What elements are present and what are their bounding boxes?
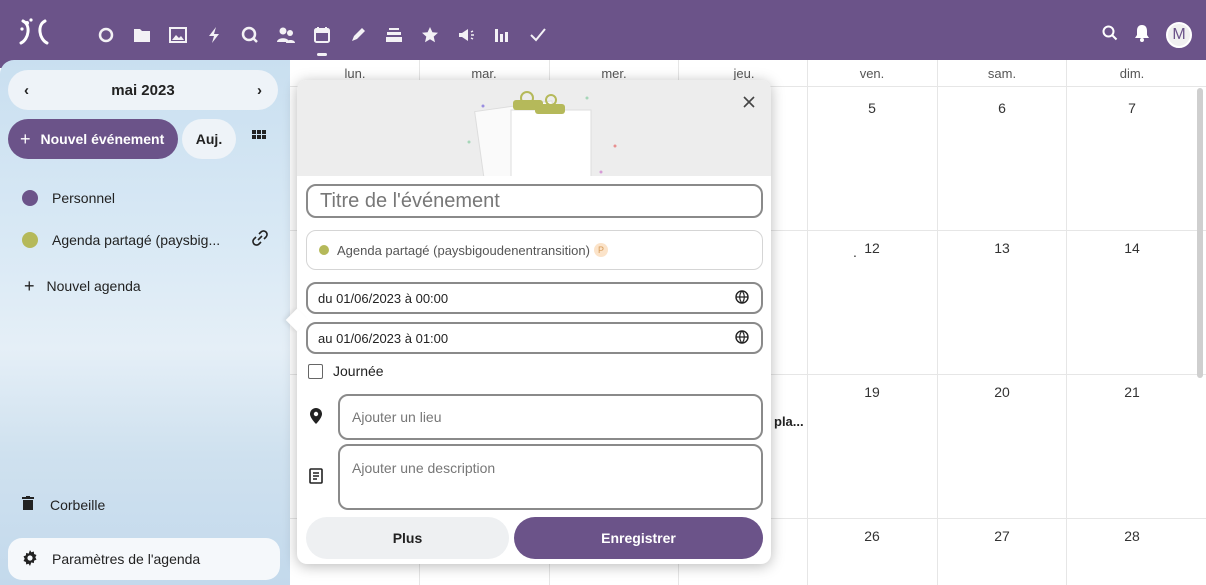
day-number[interactable]: 26 xyxy=(807,528,937,544)
globe-icon[interactable] xyxy=(735,289,749,307)
day-number[interactable]: 5 xyxy=(807,100,937,116)
grid-line xyxy=(807,60,808,585)
all-day-checkbox[interactable] xyxy=(308,363,323,379)
plus-icon: + xyxy=(24,275,35,296)
close-icon[interactable] xyxy=(739,92,759,112)
event-title-input[interactable]: Titre de l'événement xyxy=(306,184,763,218)
contacts-icon[interactable] xyxy=(268,22,304,48)
scrollbar[interactable] xyxy=(1197,88,1203,378)
logo-icon[interactable] xyxy=(16,14,52,50)
trash-icon xyxy=(22,496,34,513)
star-icon[interactable] xyxy=(412,22,448,48)
previous-month-icon[interactable]: ‹ xyxy=(24,82,29,99)
calendar-color-dot xyxy=(319,245,329,255)
save-button[interactable]: Enregistrer xyxy=(514,517,763,559)
event-illustration xyxy=(297,80,771,176)
share-link-icon[interactable] xyxy=(252,230,268,251)
plus-icon: + xyxy=(20,128,31,149)
day-number[interactable]: 19 xyxy=(807,384,937,400)
new-calendar-label: Nouvel agenda xyxy=(46,278,141,294)
search-icon[interactable] xyxy=(1102,25,1118,46)
day-number[interactable]: 7 xyxy=(1067,100,1197,116)
stack-icon[interactable] xyxy=(376,22,412,48)
calendar-label: Agenda partagé (paysbig... xyxy=(52,232,221,248)
circle-app-icon[interactable] xyxy=(88,22,124,48)
day-number[interactable]: 28 xyxy=(1067,528,1197,544)
location-pin-icon xyxy=(310,408,322,429)
calendar-color-dot[interactable] xyxy=(22,232,38,248)
calendar-label: Personnel xyxy=(52,190,116,206)
description-icon xyxy=(309,468,323,489)
calendar-icon[interactable] xyxy=(304,22,340,56)
gear-icon xyxy=(22,549,38,569)
event-chip[interactable]: pla... xyxy=(774,414,804,429)
selected-calendar-label: Agenda partagé (paysbigoudenentransition… xyxy=(337,242,590,258)
day-number[interactable]: 13 xyxy=(937,240,1067,256)
description-input[interactable]: Ajouter une description xyxy=(338,444,763,510)
dayname-monday: lun. xyxy=(344,66,366,81)
location-placeholder: Ajouter un lieu xyxy=(352,409,442,425)
new-event-popover: Titre de l'événement Agenda partagé (pay… xyxy=(285,80,771,564)
dayname-tuesday: mar. xyxy=(471,66,497,81)
day-number[interactable]: 14 xyxy=(1067,240,1197,256)
month-label[interactable]: mai 2023 xyxy=(111,82,174,99)
avatar[interactable]: M xyxy=(1166,22,1192,48)
next-month-icon[interactable]: › xyxy=(257,82,262,99)
new-event-button[interactable]: + Nouvel événement xyxy=(8,119,178,159)
grid-line xyxy=(937,60,938,585)
megaphone-icon[interactable] xyxy=(448,22,484,48)
dayname-friday: ven. xyxy=(859,66,885,81)
location-input[interactable]: Ajouter un lieu xyxy=(338,394,763,440)
check-icon[interactable] xyxy=(520,22,556,48)
image-icon[interactable] xyxy=(160,22,196,48)
view-grid-icon[interactable] xyxy=(246,124,272,150)
day-number[interactable]: 27 xyxy=(937,528,1067,544)
search-app-icon[interactable] xyxy=(232,22,268,48)
app-navigation xyxy=(88,22,556,56)
dayname-saturday: sam. xyxy=(987,66,1017,81)
new-calendar-button[interactable]: + Nouvel agenda xyxy=(22,274,141,298)
settings-label: Paramètres de l'agenda xyxy=(52,551,201,567)
folder-icon[interactable] xyxy=(124,22,160,48)
globe-icon[interactable] xyxy=(735,329,749,347)
day-number[interactable]: 20 xyxy=(937,384,1067,400)
all-day-label: Journée xyxy=(333,363,384,379)
event-title-placeholder: Titre de l'événement xyxy=(320,189,500,212)
day-number[interactable]: 6 xyxy=(937,100,1067,116)
bell-icon[interactable] xyxy=(1134,24,1150,47)
top-right-actions: M xyxy=(1102,22,1192,48)
day-number[interactable]: 12 xyxy=(807,240,937,256)
more-button[interactable]: Plus xyxy=(306,517,509,559)
day-number[interactable]: 21 xyxy=(1067,384,1197,400)
bolt-icon[interactable] xyxy=(196,22,232,48)
trash-label: Corbeille xyxy=(50,496,106,513)
today-button[interactable]: Auj. xyxy=(182,119,236,159)
calendar-owner-badge: P xyxy=(593,243,608,257)
all-day-toggle[interactable]: Journée xyxy=(308,363,384,379)
sidebar: ‹ mai 2023 › + Nouvel événement Auj. Per… xyxy=(0,60,290,585)
dayname-thursday: jeu. xyxy=(733,66,755,81)
description-placeholder: Ajouter une description xyxy=(352,460,496,476)
end-date-field[interactable]: au 01/06/2023 à 01:00 xyxy=(306,322,763,354)
dayname-wednesday: mer. xyxy=(601,66,627,81)
top-bar: M xyxy=(0,0,1206,68)
start-date-field[interactable]: du 01/06/2023 à 00:00 xyxy=(306,282,763,314)
calendar-item-personnel[interactable]: Personnel xyxy=(22,186,115,210)
dayname-sunday: dim. xyxy=(1119,66,1145,81)
calendar-item-agenda-partage[interactable]: Agenda partagé (paysbig... xyxy=(22,228,220,252)
chart-icon[interactable] xyxy=(484,22,520,48)
calendar-settings-button[interactable]: Paramètres de l'agenda xyxy=(8,538,280,580)
new-event-label: Nouvel événement xyxy=(40,131,165,147)
calendar-color-dot[interactable] xyxy=(22,190,38,206)
start-date-value: du 01/06/2023 à 00:00 xyxy=(318,290,449,306)
grid-line xyxy=(1066,60,1067,585)
month-navigator: ‹ mai 2023 › xyxy=(8,70,278,110)
end-date-value: au 01/06/2023 à 01:00 xyxy=(318,330,449,346)
trash-button[interactable]: Corbeille xyxy=(22,496,105,513)
calendar-select[interactable]: Agenda partagé (paysbigoudenentransition… xyxy=(306,230,763,270)
pencil-icon[interactable] xyxy=(340,22,376,48)
